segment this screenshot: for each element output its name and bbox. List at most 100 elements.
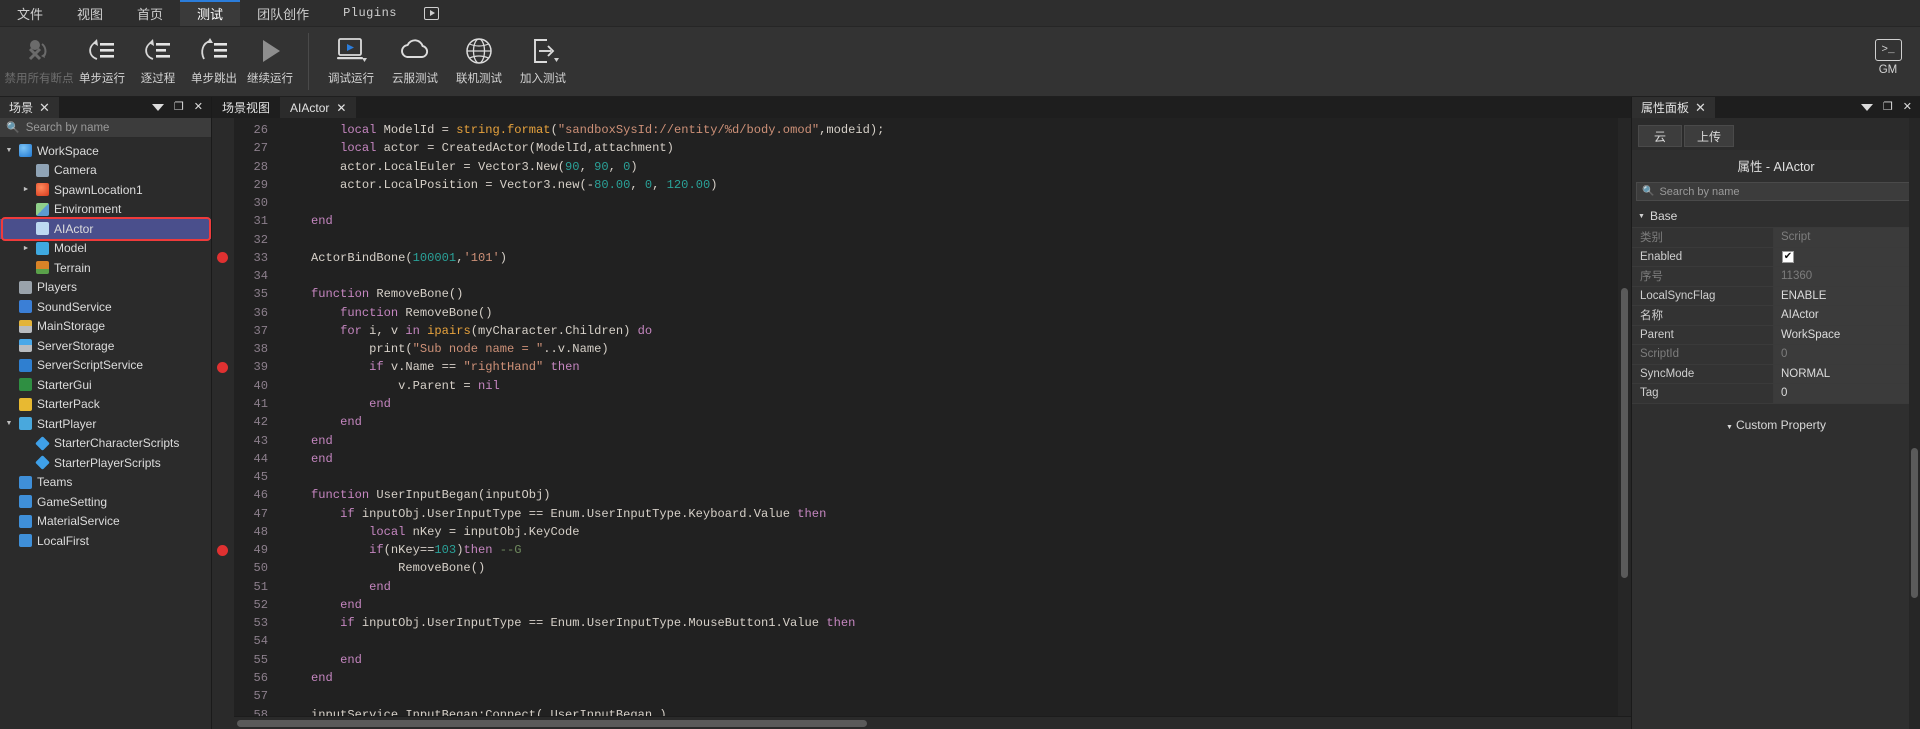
chevron-right-icon[interactable] xyxy=(21,186,31,193)
properties-title: 属性 - AIActor xyxy=(1737,160,1815,174)
properties-tab[interactable]: 属性面板 ✕ xyxy=(1632,97,1715,118)
tree-item-spawnlocation1[interactable]: SpawnLocation1 xyxy=(0,180,211,200)
property-value[interactable] xyxy=(1774,247,1920,266)
property-value[interactable]: 0 xyxy=(1774,384,1920,403)
close-icon[interactable]: ✕ xyxy=(1903,102,1912,113)
tree-item-serverstorage[interactable]: ServerStorage xyxy=(0,336,211,356)
code-line: 35 function RemoveBone() xyxy=(234,285,1631,303)
debug-run-button[interactable]: 调试运行 xyxy=(319,27,383,96)
breakpoint-gutter[interactable] xyxy=(212,118,234,729)
scrollbar-thumb[interactable] xyxy=(237,720,867,727)
cloud-button[interactable]: 云 xyxy=(1638,125,1682,147)
properties-search-input[interactable] xyxy=(1659,185,1910,198)
checkbox-checked-icon[interactable] xyxy=(1782,250,1794,263)
code-token: ) xyxy=(499,250,508,265)
tree-item-environment[interactable]: Environment xyxy=(0,200,211,220)
chevron-down-icon: ▼ xyxy=(1638,212,1645,220)
close-icon[interactable]: ✕ xyxy=(194,102,203,113)
menu-item-home[interactable]: 首页 xyxy=(120,0,180,26)
online-test-button[interactable]: 联机测试 xyxy=(447,27,511,96)
property-row: ScriptId 0 xyxy=(1632,345,1920,365)
tree-item-starterplayerscripts[interactable]: StarterPlayerScripts xyxy=(0,453,211,473)
tree-item-materialservice[interactable]: MaterialService xyxy=(0,512,211,532)
tree-item-gamesetting[interactable]: GameSetting xyxy=(0,492,211,512)
tree-item-label: WorkSpace xyxy=(37,143,99,158)
tree-item-teams[interactable]: Teams xyxy=(0,473,211,493)
disable-all-breakpoints-button[interactable]: 禁用所有断点 xyxy=(4,27,74,96)
code-token: 120.00 xyxy=(666,177,711,192)
properties-search-row[interactable]: 🔍 xyxy=(1636,182,1916,201)
property-value[interactable]: ENABLE xyxy=(1774,286,1920,305)
tree-item-camera[interactable]: Camera xyxy=(0,161,211,181)
custom-property-section[interactable]: ▼ Custom Property xyxy=(1632,404,1920,432)
upload-button[interactable]: 上传 xyxy=(1684,125,1735,147)
tree-item-mainstorage[interactable]: MainStorage xyxy=(0,317,211,337)
tree-item-terrain[interactable]: Terrain xyxy=(0,258,211,278)
chevron-down-icon[interactable] xyxy=(151,104,164,111)
property-value[interactable]: WorkSpace xyxy=(1774,325,1920,344)
menu-item-team-create[interactable]: 团队创作 xyxy=(240,0,326,26)
chevron-down-icon[interactable] xyxy=(1860,104,1873,111)
close-icon[interactable]: ✕ xyxy=(1695,101,1706,114)
line-number: 57 xyxy=(253,689,268,704)
tree-item-serverscriptservice[interactable]: ServerScriptService xyxy=(0,356,211,376)
property-value[interactable]: NORMAL xyxy=(1774,364,1920,383)
tree-item-players[interactable]: Players xyxy=(0,278,211,298)
menu-item-plugins[interactable]: Plugins xyxy=(326,0,414,26)
chevron-right-icon[interactable] xyxy=(21,245,31,252)
tree-item-startercharacterscripts[interactable]: StarterCharacterScripts xyxy=(0,434,211,454)
chevron-down-icon[interactable] xyxy=(4,420,14,427)
code-token: end xyxy=(311,451,333,466)
tree-item-startergui[interactable]: StarterGui xyxy=(0,375,211,395)
tree-item-aiactor[interactable]: AIActor xyxy=(0,217,211,241)
gm-console-button[interactable]: >_ GM xyxy=(1864,39,1912,76)
properties-scrollbar[interactable] xyxy=(1909,118,1920,729)
scrollbar-thumb[interactable] xyxy=(1911,448,1918,598)
tree-item-soundservice[interactable]: SoundService xyxy=(0,297,211,317)
cloud-test-button[interactable]: 云服测试 xyxy=(383,27,447,96)
code-token: ActorBindBone( xyxy=(282,250,413,265)
code-area[interactable]: 26 local ModelId = string.format("sandbo… xyxy=(234,118,1631,729)
tree-item-starterpack[interactable]: StarterPack xyxy=(0,395,211,415)
scrollbar-thumb[interactable] xyxy=(1621,288,1628,578)
scene-search-row[interactable]: 🔍 xyxy=(0,118,211,138)
close-icon[interactable]: ✕ xyxy=(39,101,50,114)
scene-search-input[interactable] xyxy=(25,121,205,134)
line-number: 56 xyxy=(253,670,268,685)
restore-icon[interactable]: ❐ xyxy=(1883,102,1893,113)
tab-scene-view[interactable]: 场景视图 xyxy=(212,97,281,118)
cloud-test-label: 云服测试 xyxy=(392,73,438,85)
menu-item-file[interactable]: 文件 xyxy=(0,0,60,26)
line-number: 27 xyxy=(253,141,268,156)
chevron-down-icon[interactable] xyxy=(4,147,14,154)
tree-item-startplayer[interactable]: StartPlayer xyxy=(0,414,211,434)
menu-item-test[interactable]: 测试 xyxy=(180,0,241,26)
editor-vertical-scrollbar[interactable] xyxy=(1618,118,1631,716)
code-token: inputObj.UserInputType == Enum.UserInput… xyxy=(354,506,798,521)
section-header-base[interactable]: ▼ Base xyxy=(1632,206,1920,227)
breakpoint-marker[interactable] xyxy=(217,362,228,373)
code-token: end xyxy=(311,214,333,229)
tree-item-model[interactable]: Model xyxy=(0,239,211,259)
menu-item-view[interactable]: 视图 xyxy=(60,0,120,26)
join-test-button[interactable]: 加入测试 xyxy=(511,27,575,96)
close-icon[interactable]: ✕ xyxy=(336,101,346,115)
code-token: 103 xyxy=(434,543,457,558)
tree-item-localfirst[interactable]: LocalFirst xyxy=(0,531,211,551)
code-line: 36 function RemoveBone() xyxy=(234,304,1631,322)
property-value[interactable]: AIActor xyxy=(1774,306,1920,325)
scene-tab[interactable]: 场景 ✕ xyxy=(0,97,59,118)
step-out-button[interactable]: 单步跳出 xyxy=(186,27,242,96)
line-number: 55 xyxy=(253,652,268,667)
step-into-button[interactable]: 单步运行 xyxy=(74,27,130,96)
breakpoint-marker[interactable] xyxy=(217,544,228,556)
restore-icon[interactable]: ❐ xyxy=(174,102,184,113)
breakpoint-marker[interactable] xyxy=(217,252,228,264)
tab-aiactor[interactable]: AIActor ✕ xyxy=(280,97,357,118)
step-over-button[interactable]: 逐过程 xyxy=(130,27,186,96)
menu-play-button[interactable] xyxy=(414,0,449,26)
tree-item-workspace[interactable]: WorkSpace xyxy=(0,141,211,161)
editor-horizontal-scrollbar[interactable] xyxy=(234,716,1631,729)
continue-run-button[interactable]: 继续运行 xyxy=(242,27,298,96)
